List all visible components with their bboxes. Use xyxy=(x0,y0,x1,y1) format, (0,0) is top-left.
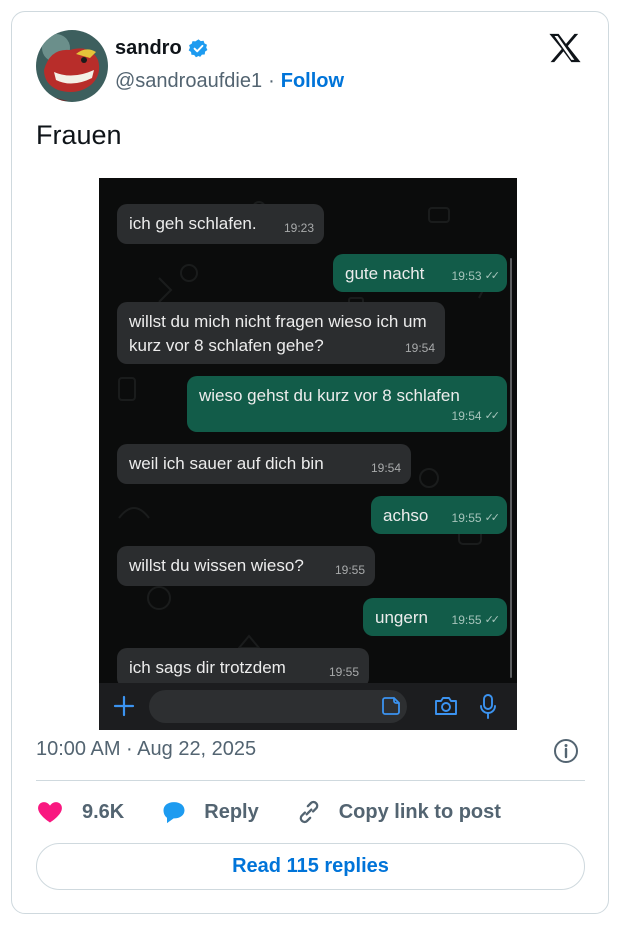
author-handle-row: @sandroaufdie1 · Follow xyxy=(115,70,344,93)
message-text: wieso gehst du kurz vor 8 schlafen xyxy=(199,386,460,405)
author-name-row[interactable]: sandro xyxy=(115,37,209,60)
chat-message-incoming[interactable]: willst du mich nicht fragen wieso ich um… xyxy=(117,302,445,364)
chat-scrollbar[interactable] xyxy=(510,258,512,678)
message-text: gute nacht xyxy=(345,264,425,283)
chat-message-incoming[interactable]: willst du wissen wieso? 19:55 xyxy=(117,546,375,586)
chat-screenshot[interactable]: ich geh schlafen. 19:23 gute nacht 19:53… xyxy=(99,178,517,730)
mic-icon[interactable] xyxy=(479,694,497,719)
author-name[interactable]: sandro xyxy=(115,37,182,60)
message-time: 19:53 ✓✓ xyxy=(452,264,501,288)
message-time: 19:55 xyxy=(328,665,359,679)
verified-badge-icon xyxy=(188,39,208,58)
message-text: willst du wissen wieso? xyxy=(129,556,304,575)
post-text: Frauen xyxy=(36,120,122,150)
chat-message-incoming[interactable]: ich sags dir trotzdem 19:55 xyxy=(117,648,369,688)
like-button[interactable]: 9.6K xyxy=(36,798,124,826)
message-time: 19:55 xyxy=(334,563,365,577)
reply-label: Reply xyxy=(204,800,259,823)
message-text: weil ich sauer auf dich bin xyxy=(129,454,324,473)
chat-message-outgoing[interactable]: wieso gehst du kurz vor 8 schlafen 19:54… xyxy=(187,376,507,432)
post-actions: 9.6K Reply Copy link to post xyxy=(36,797,501,827)
read-receipt-icon: ✓✓ xyxy=(484,512,501,524)
message-text: ich geh schlafen. xyxy=(129,214,257,233)
message-time: 19:54 xyxy=(370,461,401,475)
avatar[interactable] xyxy=(36,30,108,102)
author-handle[interactable]: @sandroaufdie1 xyxy=(115,70,262,93)
chat-message-outgoing[interactable]: achso 19:55 ✓✓ xyxy=(371,496,507,534)
post-timestamp[interactable]: 10:00 AM · Aug 22, 2025 xyxy=(36,738,256,761)
message-time: 19:54 xyxy=(404,341,435,355)
message-text: willst du mich nicht fragen wieso ich um… xyxy=(129,312,427,355)
copy-link-label: Copy link to post xyxy=(338,800,501,823)
message-text: ich sags dir trotzdem xyxy=(129,658,286,677)
info-icon[interactable] xyxy=(553,738,579,764)
message-time: 19:54 ✓✓ xyxy=(452,404,501,428)
post-card: sandro @sandroaufdie1 · Follow Frauen ic… xyxy=(11,11,609,914)
message-time: 19:55 ✓✓ xyxy=(452,608,501,632)
message-time: 19:55 ✓✓ xyxy=(452,506,501,530)
message-time: 19:23 xyxy=(283,221,314,235)
message-input[interactable] xyxy=(149,690,407,723)
divider xyxy=(36,780,585,781)
x-logo-icon[interactable] xyxy=(548,32,582,64)
chat-message-incoming[interactable]: weil ich sauer auf dich bin 19:54 xyxy=(117,444,411,484)
read-receipt-icon: ✓✓ xyxy=(484,270,501,282)
read-receipt-icon: ✓✓ xyxy=(484,614,501,626)
read-receipt-icon: ✓✓ xyxy=(484,410,501,422)
chat-message-incoming[interactable]: ich geh schlafen. 19:23 xyxy=(117,204,324,244)
read-replies-button[interactable]: Read 115 replies xyxy=(36,843,585,890)
link-icon xyxy=(299,800,319,824)
chat-input-bar xyxy=(99,683,517,730)
message-text: achso xyxy=(383,506,429,525)
copy-link-button[interactable]: Copy link to post xyxy=(295,798,501,826)
chat-message-outgoing[interactable]: ungern 19:55 ✓✓ xyxy=(363,598,507,636)
heart-icon xyxy=(38,802,62,823)
camera-icon[interactable] xyxy=(434,695,458,717)
message-text: ungern xyxy=(375,608,428,627)
like-count: 9.6K xyxy=(82,800,125,823)
sticker-icon[interactable] xyxy=(381,696,401,716)
reply-button[interactable]: Reply xyxy=(160,798,259,826)
separator-dot: · xyxy=(268,70,275,92)
plus-icon[interactable] xyxy=(113,695,135,717)
follow-button[interactable]: Follow xyxy=(281,70,344,93)
reply-bubble-icon xyxy=(163,802,185,824)
chat-message-outgoing[interactable]: gute nacht 19:53 ✓✓ xyxy=(333,254,507,292)
